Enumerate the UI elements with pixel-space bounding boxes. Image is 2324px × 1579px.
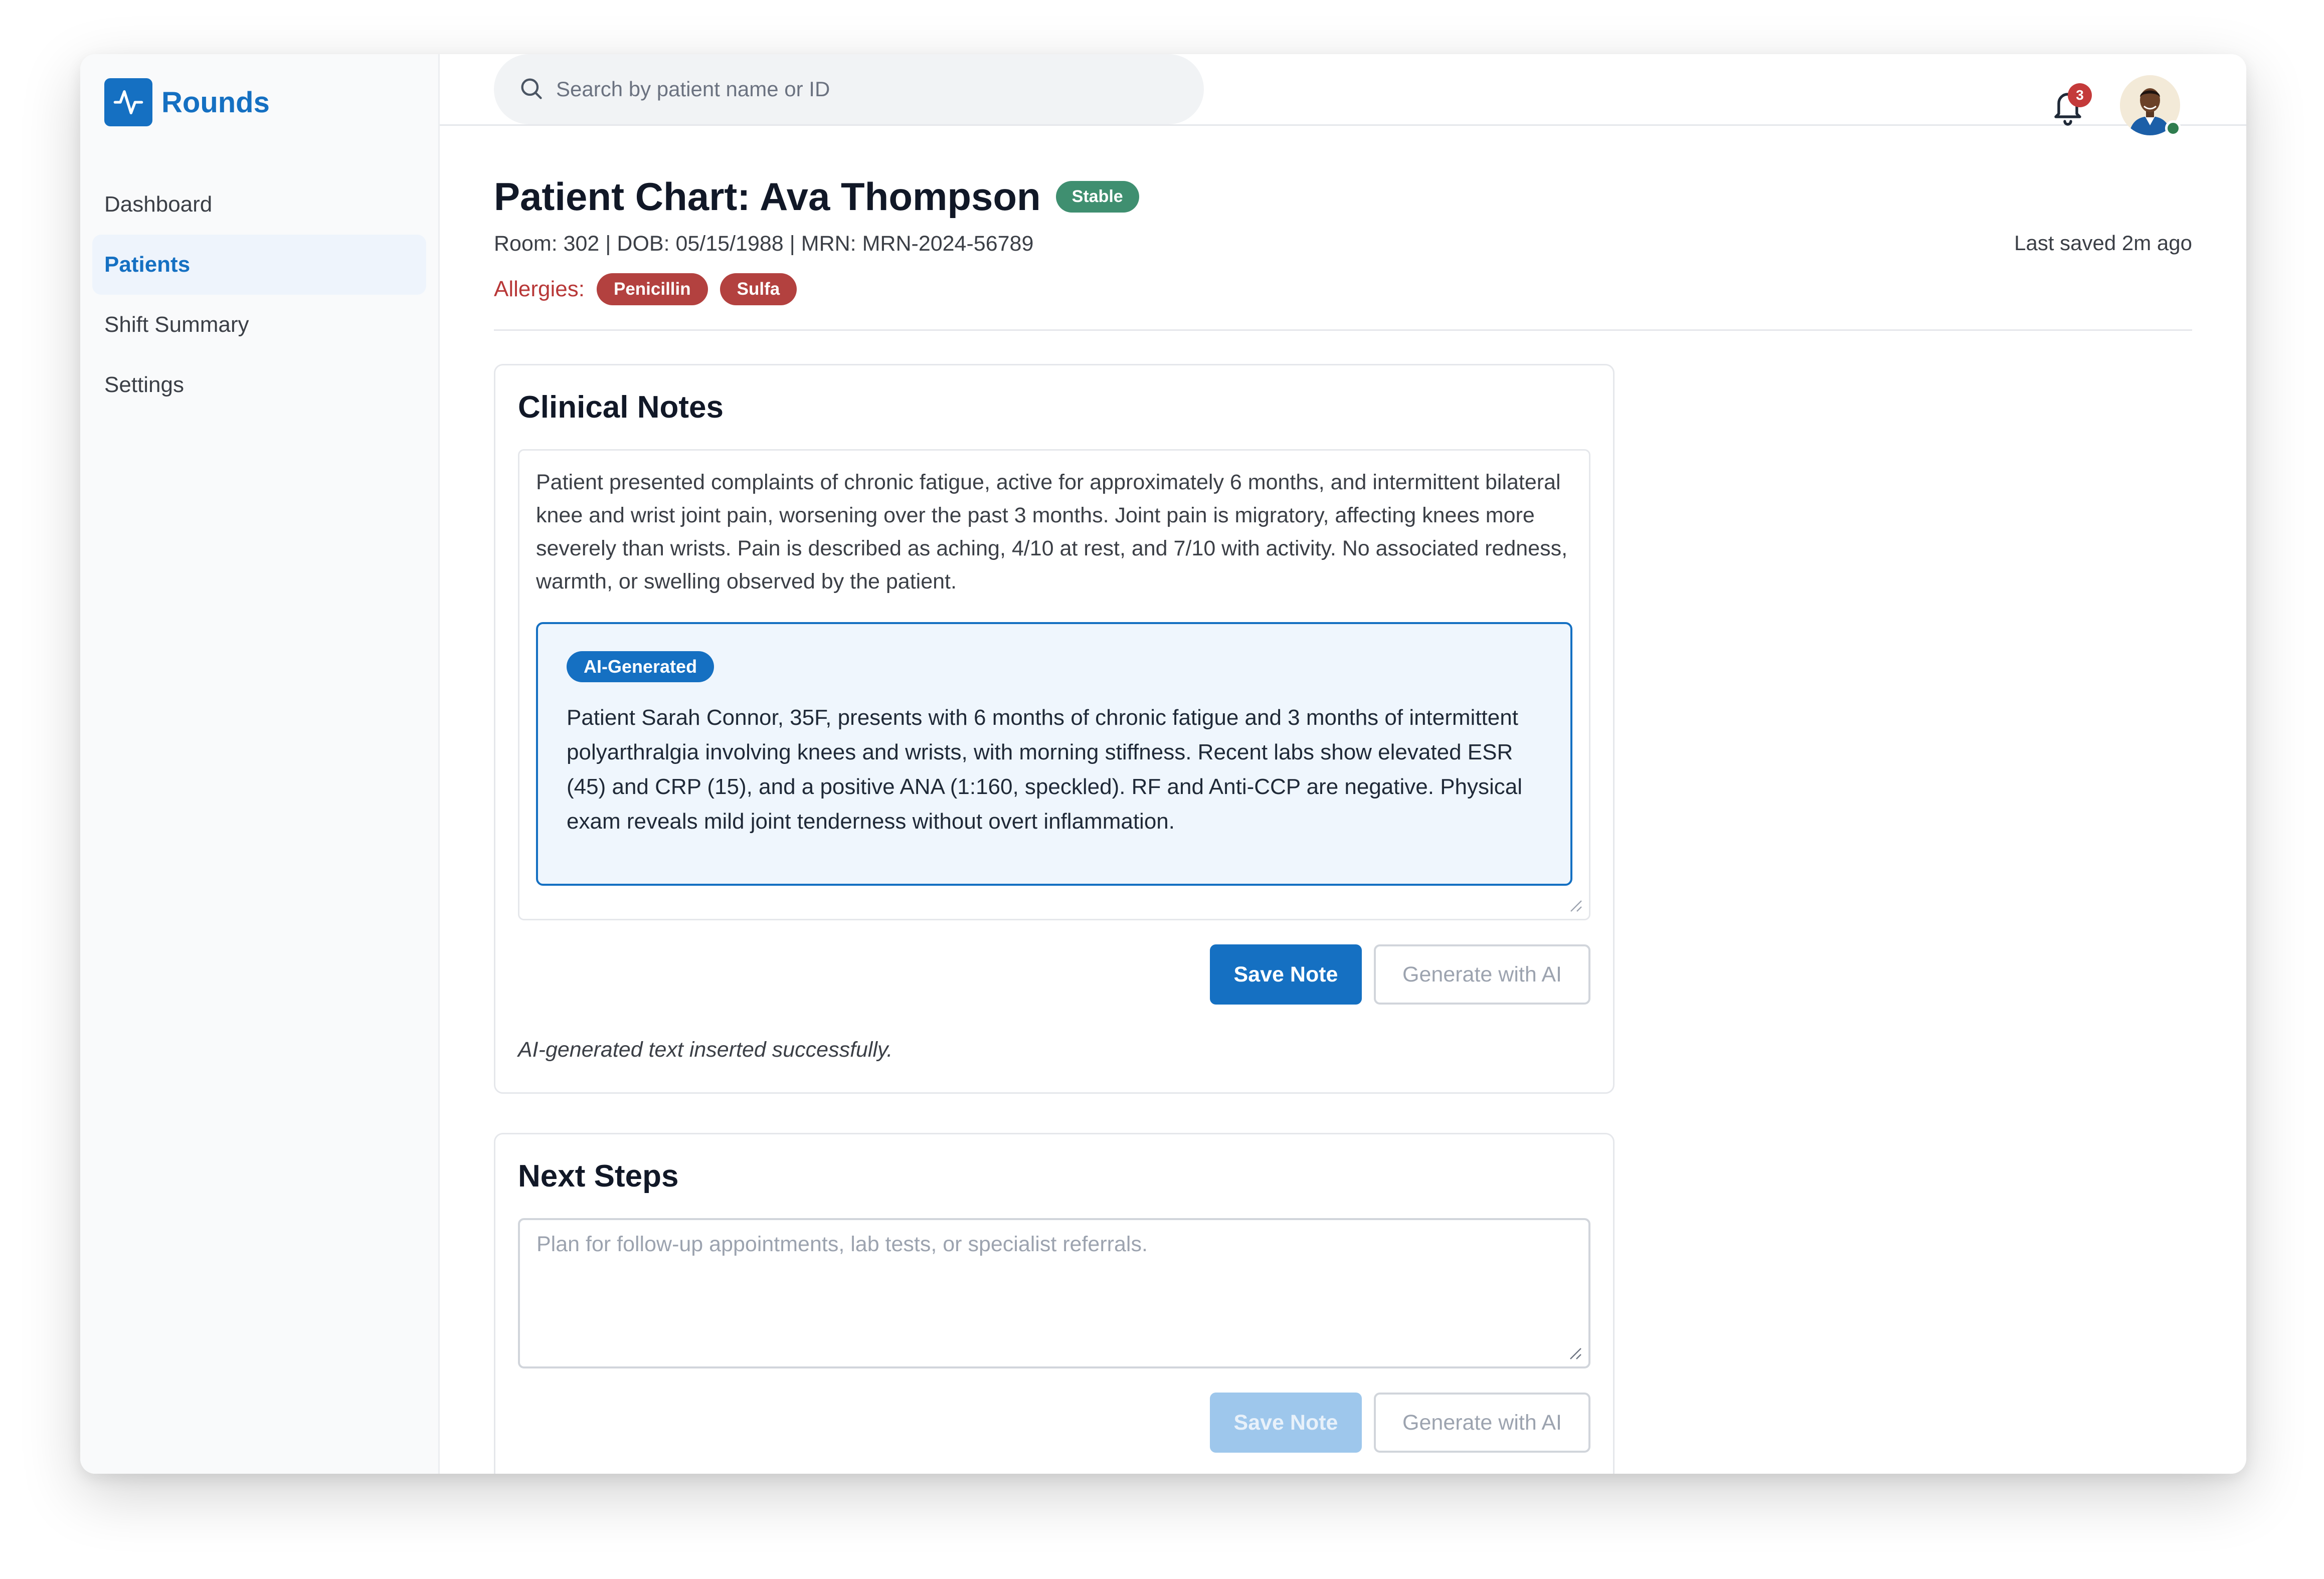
notification-count-badge: 3 (2068, 83, 2092, 107)
clinical-notes-text: Patient presented complaints of chronic … (536, 470, 1568, 594)
patient-meta: Room: 302 | DOB: 05/15/1988 | MRN: MRN-2… (494, 232, 1034, 256)
next-steps-title: Next Steps (518, 1159, 679, 1194)
ai-insert-status: AI-generated text inserted successfully. (518, 1038, 893, 1062)
sidebar: Rounds Dashboard Patients Shift Summary … (80, 54, 440, 1474)
status-badge: Stable (1055, 181, 1139, 213)
clinical-notes-actions: Save Note Generate with AI (518, 944, 1590, 1005)
page-title: Patient Chart: Ava Thompson (494, 174, 1041, 219)
sidebar-item-dashboard[interactable]: Dashboard (92, 174, 426, 235)
allergies-row: Allergies: Penicillin Sulfa (494, 273, 2192, 305)
sidebar-item-shift-summary[interactable]: Shift Summary (92, 295, 426, 355)
clinical-notes-card: Clinical Notes Patient presented complai… (494, 364, 1615, 1094)
allergy-badge-sulfa: Sulfa (720, 273, 797, 305)
next-steps-editor[interactable] (518, 1218, 1590, 1368)
save-note-button[interactable]: Save Note (1210, 944, 1362, 1005)
sidebar-item-settings[interactable]: Settings (92, 355, 426, 415)
main-area: 3 Patient Ch (440, 54, 2246, 1474)
notifications-button[interactable]: 3 (2050, 83, 2092, 131)
next-steps-actions: Save Note Generate with AI (518, 1393, 1590, 1453)
next-steps-input[interactable] (537, 1232, 1572, 1354)
save-note-button[interactable]: Save Note (1210, 1393, 1362, 1453)
ai-generated-tag: AI-Generated (567, 651, 714, 682)
ai-generated-text: Patient Sarah Connor, 35F, presents with… (567, 705, 1523, 834)
resize-grip-icon[interactable] (1568, 898, 1583, 913)
patient-header: Patient Chart: Ava Thompson Stable (494, 174, 2192, 220)
allergy-badge-penicillin: Penicillin (596, 273, 708, 305)
search-bar[interactable] (494, 54, 1204, 124)
app-window: Rounds Dashboard Patients Shift Summary … (80, 54, 2246, 1474)
resize-grip-icon[interactable] (1567, 1345, 1582, 1360)
clinical-notes-editor[interactable]: Patient presented complaints of chronic … (518, 449, 1590, 920)
allergies-label: Allergies: (494, 277, 585, 301)
header-divider (494, 329, 2192, 331)
brand-name: Rounds (161, 86, 270, 119)
sidebar-nav: Dashboard Patients Shift Summary Setting… (92, 174, 426, 415)
generate-with-ai-button[interactable]: Generate with AI (1374, 944, 1590, 1005)
next-steps-card: Next Steps Save Note Generate with AI (494, 1133, 1615, 1474)
ai-generated-block[interactable]: AI-Generated Patient Sarah Connor, 35F, … (536, 622, 1572, 886)
pulse-icon (104, 78, 152, 126)
patient-chart: Patient Chart: Ava Thompson Stable Room:… (440, 126, 2246, 1474)
brand[interactable]: Rounds (92, 78, 426, 126)
search-icon (518, 75, 544, 104)
clinical-notes-title: Clinical Notes (518, 390, 724, 425)
search-input[interactable] (556, 77, 1204, 101)
last-saved-text: Last saved 2m ago (2014, 231, 2192, 255)
sidebar-item-patients[interactable]: Patients (92, 235, 426, 295)
topbar: 3 (440, 54, 2246, 136)
generate-with-ai-button[interactable]: Generate with AI (1374, 1393, 1590, 1453)
